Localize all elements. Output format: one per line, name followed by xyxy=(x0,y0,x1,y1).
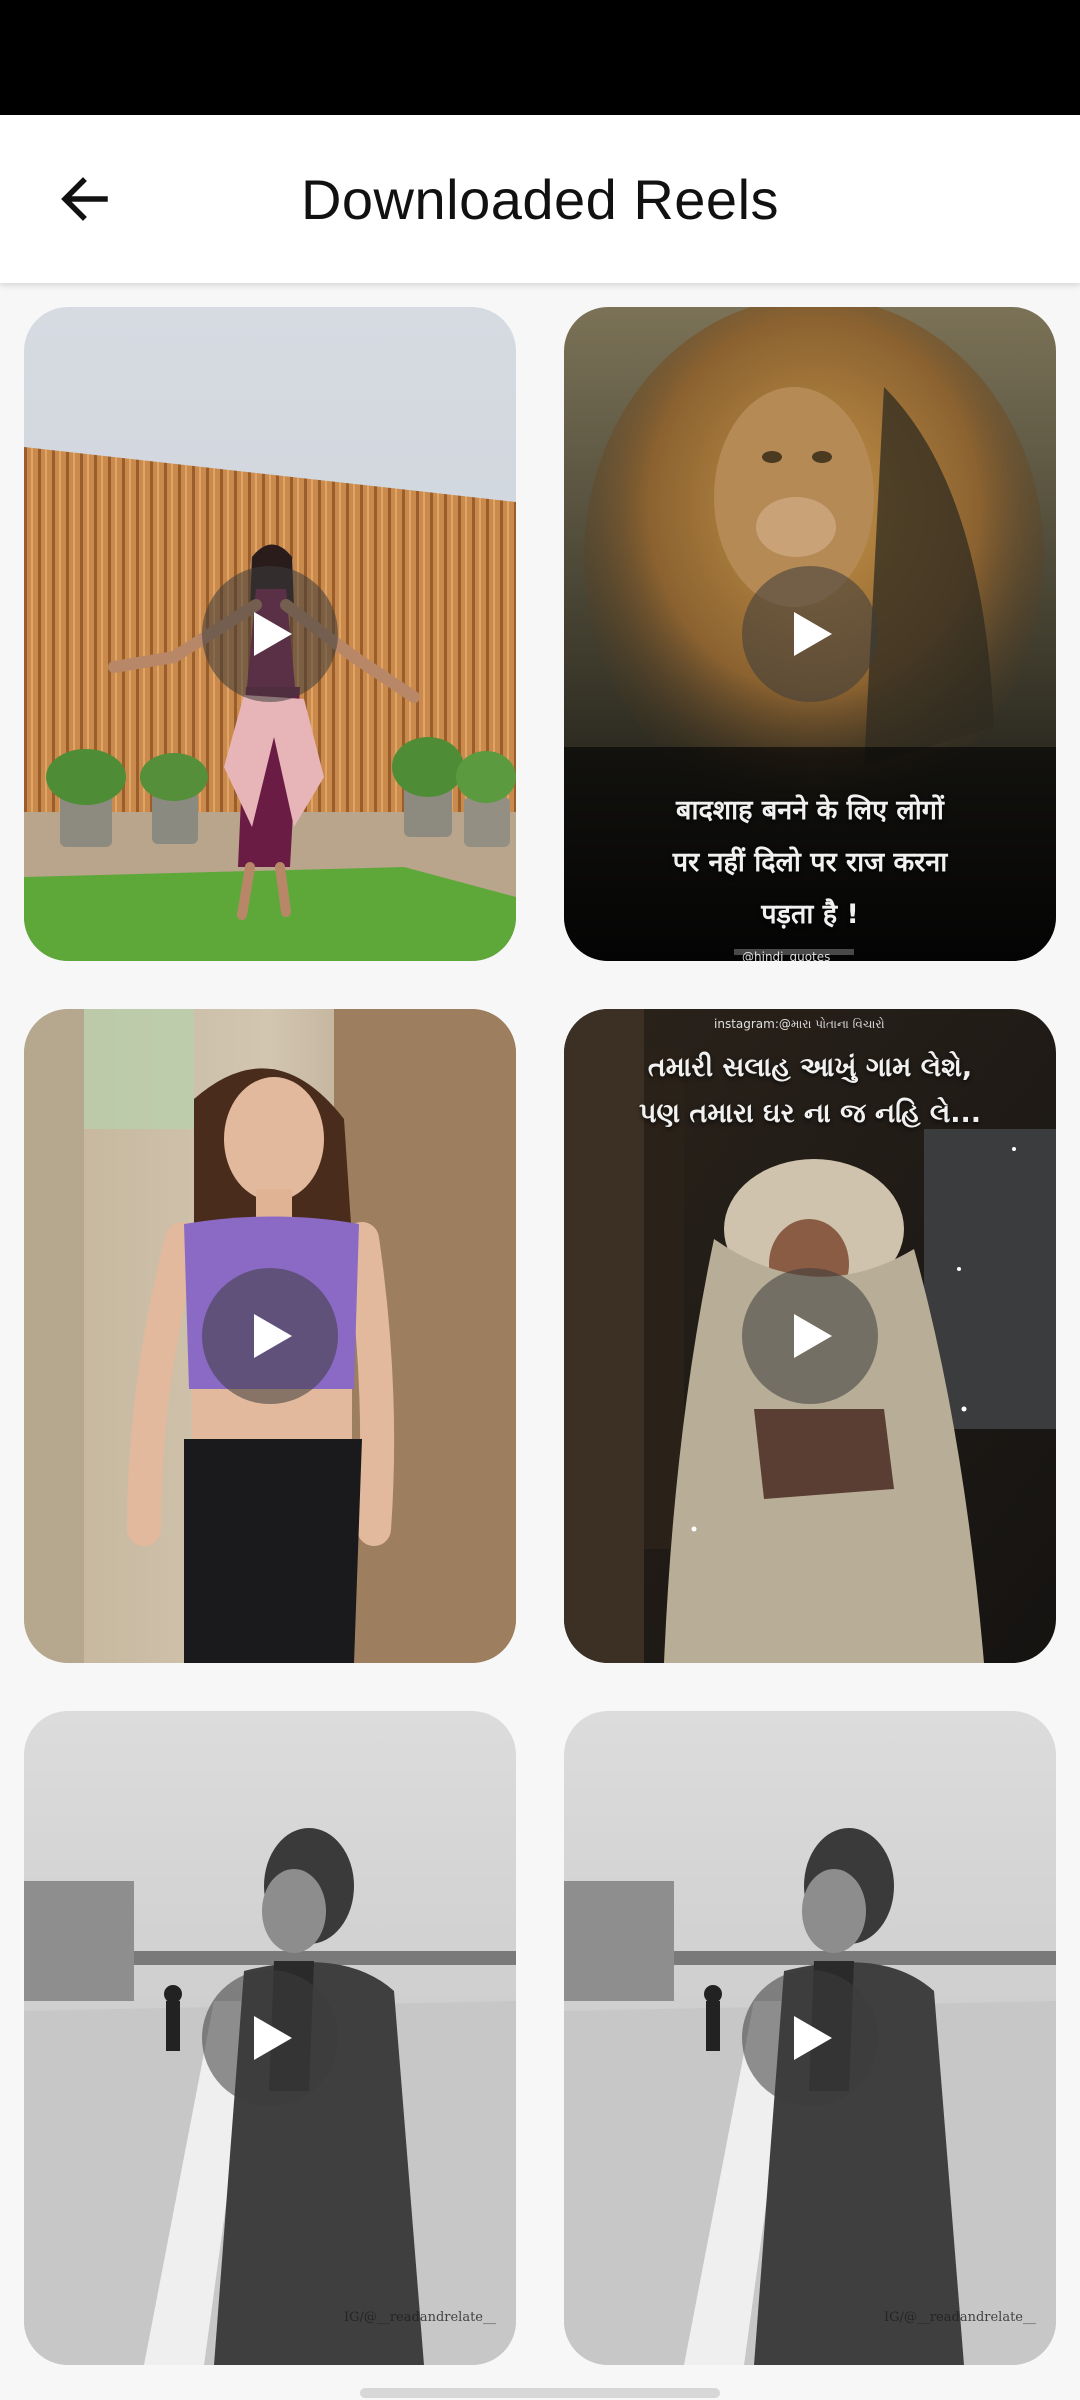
play-icon xyxy=(254,1314,292,1358)
play-button[interactable] xyxy=(202,566,338,702)
reel-handle-tag: @hindi_quotes xyxy=(742,950,831,961)
reel-handle-tag: instagram:@મારા પોતાના વિચારો xyxy=(714,1017,885,1031)
status-bar xyxy=(0,0,1080,115)
reel-caption: बादशाह बनने के लिए लोगों पर नहीं दिलो पर… xyxy=(584,785,1036,941)
play-button[interactable] xyxy=(742,1970,878,2106)
app-bar: Downloaded Reels xyxy=(0,115,1080,283)
caption-line: તમારી સલાહ આખું ગામ લેશે, xyxy=(647,1052,973,1083)
caption-line: पर नहीं दिलो पर राज करना xyxy=(672,847,948,878)
reels-grid: बादशाह बनने के लिए लोगों पर नहीं दिलो पर… xyxy=(24,307,1056,2365)
reel-caption: તમારી સલાહ આખું ગામ લેશે, પણ તમારા ઘર ના… xyxy=(584,1045,1036,1137)
reel-card[interactable] xyxy=(24,1009,516,1663)
play-icon xyxy=(794,2016,832,2060)
play-icon xyxy=(794,1314,832,1358)
reel-card[interactable]: IG/@__readandrelate__ xyxy=(24,1711,516,2365)
play-button[interactable] xyxy=(742,566,878,702)
reel-card[interactable]: instagram:@મારા પોતાના વિચારો તમારી સલાહ… xyxy=(564,1009,1056,1663)
reel-card[interactable] xyxy=(24,307,516,961)
play-button[interactable] xyxy=(742,1268,878,1404)
caption-line: પણ તમારા ઘર ના જ નહિ લે... xyxy=(638,1098,982,1129)
reel-card[interactable]: बादशाह बनने के लिए लोगों पर नहीं दिलो पर… xyxy=(564,307,1056,961)
caption-line: बादशाह बनने के लिए लोगों xyxy=(676,795,944,826)
reel-watermark: IG/@__readandrelate__ xyxy=(883,2310,1036,2325)
reel-card[interactable]: IG/@__readandrelate__ xyxy=(564,1711,1056,2365)
play-button[interactable] xyxy=(202,1268,338,1404)
reel-watermark: IG/@__readandrelate__ xyxy=(343,2310,496,2325)
play-button[interactable] xyxy=(202,1970,338,2106)
caption-line: पड़ता है ! xyxy=(761,899,859,930)
page-title: Downloaded Reels xyxy=(300,167,780,231)
play-icon xyxy=(254,2016,292,2060)
home-indicator xyxy=(360,2388,720,2398)
play-icon xyxy=(254,612,292,656)
play-icon xyxy=(794,612,832,656)
